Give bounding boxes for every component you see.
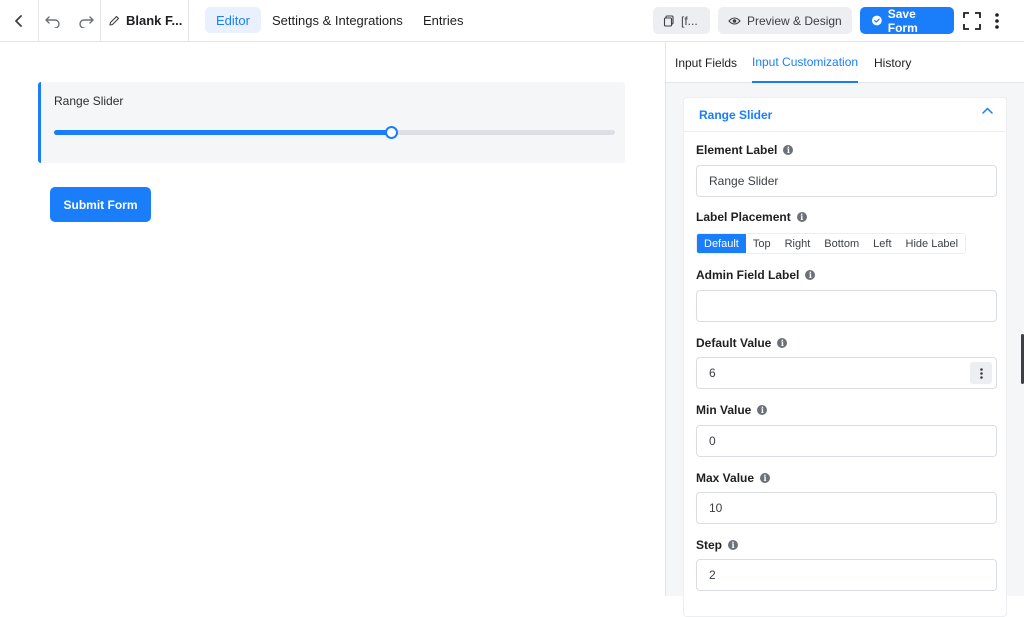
max-value-heading: Max Value i <box>696 471 771 485</box>
step-heading: Step i <box>696 538 739 552</box>
label-placement-heading: Label Placement i <box>696 210 807 224</box>
info-icon[interactable]: i <box>796 212 807 222</box>
default-value-value: 6 <box>709 366 716 380</box>
save-form-label: Save Form <box>887 6 918 35</box>
shortcode-label: [f... <box>681 13 698 28</box>
settings-panel: Input Fields Input Customization History… <box>665 42 1024 617</box>
preview-design-label: Preview & Design <box>747 13 842 28</box>
slider-track[interactable] <box>54 126 615 139</box>
info-icon[interactable]: i <box>757 405 768 415</box>
tab-input-customization[interactable]: Input Customization <box>752 42 859 83</box>
field-label: Range Slider <box>54 94 124 108</box>
max-value-text: Max Value <box>696 471 755 485</box>
tab-input-fields[interactable]: Input Fields <box>675 42 737 83</box>
redo-icon <box>79 15 94 28</box>
undo-icon <box>45 15 60 28</box>
placement-top[interactable]: Top <box>746 234 778 253</box>
tab-editor[interactable]: Editor <box>205 7 261 33</box>
divider <box>38 0 39 41</box>
copy-icon <box>663 14 674 27</box>
redo-button[interactable] <box>74 0 98 41</box>
info-icon[interactable]: i <box>760 473 771 483</box>
fullscreen-icon <box>963 11 981 30</box>
admin-field-label-heading: Admin Field Label i <box>696 268 816 282</box>
step-text: Step <box>696 538 723 552</box>
default-value-heading: Default Value i <box>696 336 788 350</box>
element-label-text: Element Label <box>696 143 778 157</box>
form-title-text: Blank F... <box>126 13 183 28</box>
placement-default[interactable]: Default <box>697 234 746 253</box>
check-circle-icon <box>872 15 882 26</box>
range-slider-field[interactable]: Range Slider <box>38 82 625 163</box>
step-input[interactable]: 2 <box>696 559 997 591</box>
undo-button[interactable] <box>41 0 65 41</box>
min-value-heading: Min Value i <box>696 403 768 417</box>
card-title: Range Slider <box>699 108 773 122</box>
form-title[interactable]: Blank F... <box>108 0 182 41</box>
min-value-text: Min Value <box>696 403 752 417</box>
panel-tabs: Input Fields Input Customization History <box>666 42 1024 83</box>
back-button[interactable] <box>0 0 38 41</box>
max-value-input[interactable]: 10 <box>696 492 997 524</box>
card-header[interactable]: Range Slider <box>684 98 1006 132</box>
more-options-button[interactable] <box>988 0 1006 41</box>
eye-icon <box>728 16 741 25</box>
divider <box>100 0 101 41</box>
admin-field-label-input[interactable] <box>696 290 997 322</box>
chevron-left-icon <box>15 14 22 27</box>
placement-left[interactable]: Left <box>866 234 898 253</box>
info-icon[interactable]: i <box>728 540 739 550</box>
default-value-input[interactable]: 6 <box>696 357 997 389</box>
submit-form-button[interactable]: Submit Form <box>50 187 151 222</box>
tab-settings-integrations[interactable]: Settings & Integrations <box>261 7 414 33</box>
element-label-input[interactable]: Range Slider <box>696 165 997 197</box>
kebab-icon <box>995 12 999 29</box>
placement-right[interactable]: Right <box>778 234 818 253</box>
top-toolbar: Blank F... Editor Settings & Integration… <box>0 0 1024 42</box>
tab-entries[interactable]: Entries <box>412 7 474 33</box>
info-icon[interactable]: i <box>805 270 816 280</box>
shortcode-button[interactable]: [f... <box>653 7 710 34</box>
placement-hide-label[interactable]: Hide Label <box>899 234 966 253</box>
placement-bottom[interactable]: Bottom <box>817 234 866 253</box>
chevron-up-icon[interactable] <box>982 107 993 114</box>
slider-fill <box>54 130 391 135</box>
label-placement-options: Default Top Right Bottom Left Hide Label <box>696 233 967 254</box>
info-icon[interactable]: i <box>777 338 788 348</box>
divider <box>188 0 189 41</box>
label-placement-text: Label Placement <box>696 210 791 224</box>
pencil-icon <box>109 15 120 26</box>
default-value-text: Default Value <box>696 336 772 350</box>
fullscreen-button[interactable] <box>960 0 984 41</box>
preview-design-button[interactable]: Preview & Design <box>718 7 852 34</box>
slider-handle[interactable] <box>384 126 398 139</box>
info-icon[interactable]: i <box>783 145 794 155</box>
kebab-icon <box>979 367 983 379</box>
field-settings-card: Range Slider Element Label i Range Slide… <box>683 97 1007 617</box>
admin-field-label-text: Admin Field Label <box>696 268 800 282</box>
min-value-input[interactable]: 0 <box>696 425 997 457</box>
save-form-button[interactable]: Save Form <box>860 6 954 35</box>
default-value-options-button[interactable] <box>970 362 992 384</box>
tab-history[interactable]: History <box>874 42 911 83</box>
element-label-heading: Element Label i <box>696 143 794 157</box>
